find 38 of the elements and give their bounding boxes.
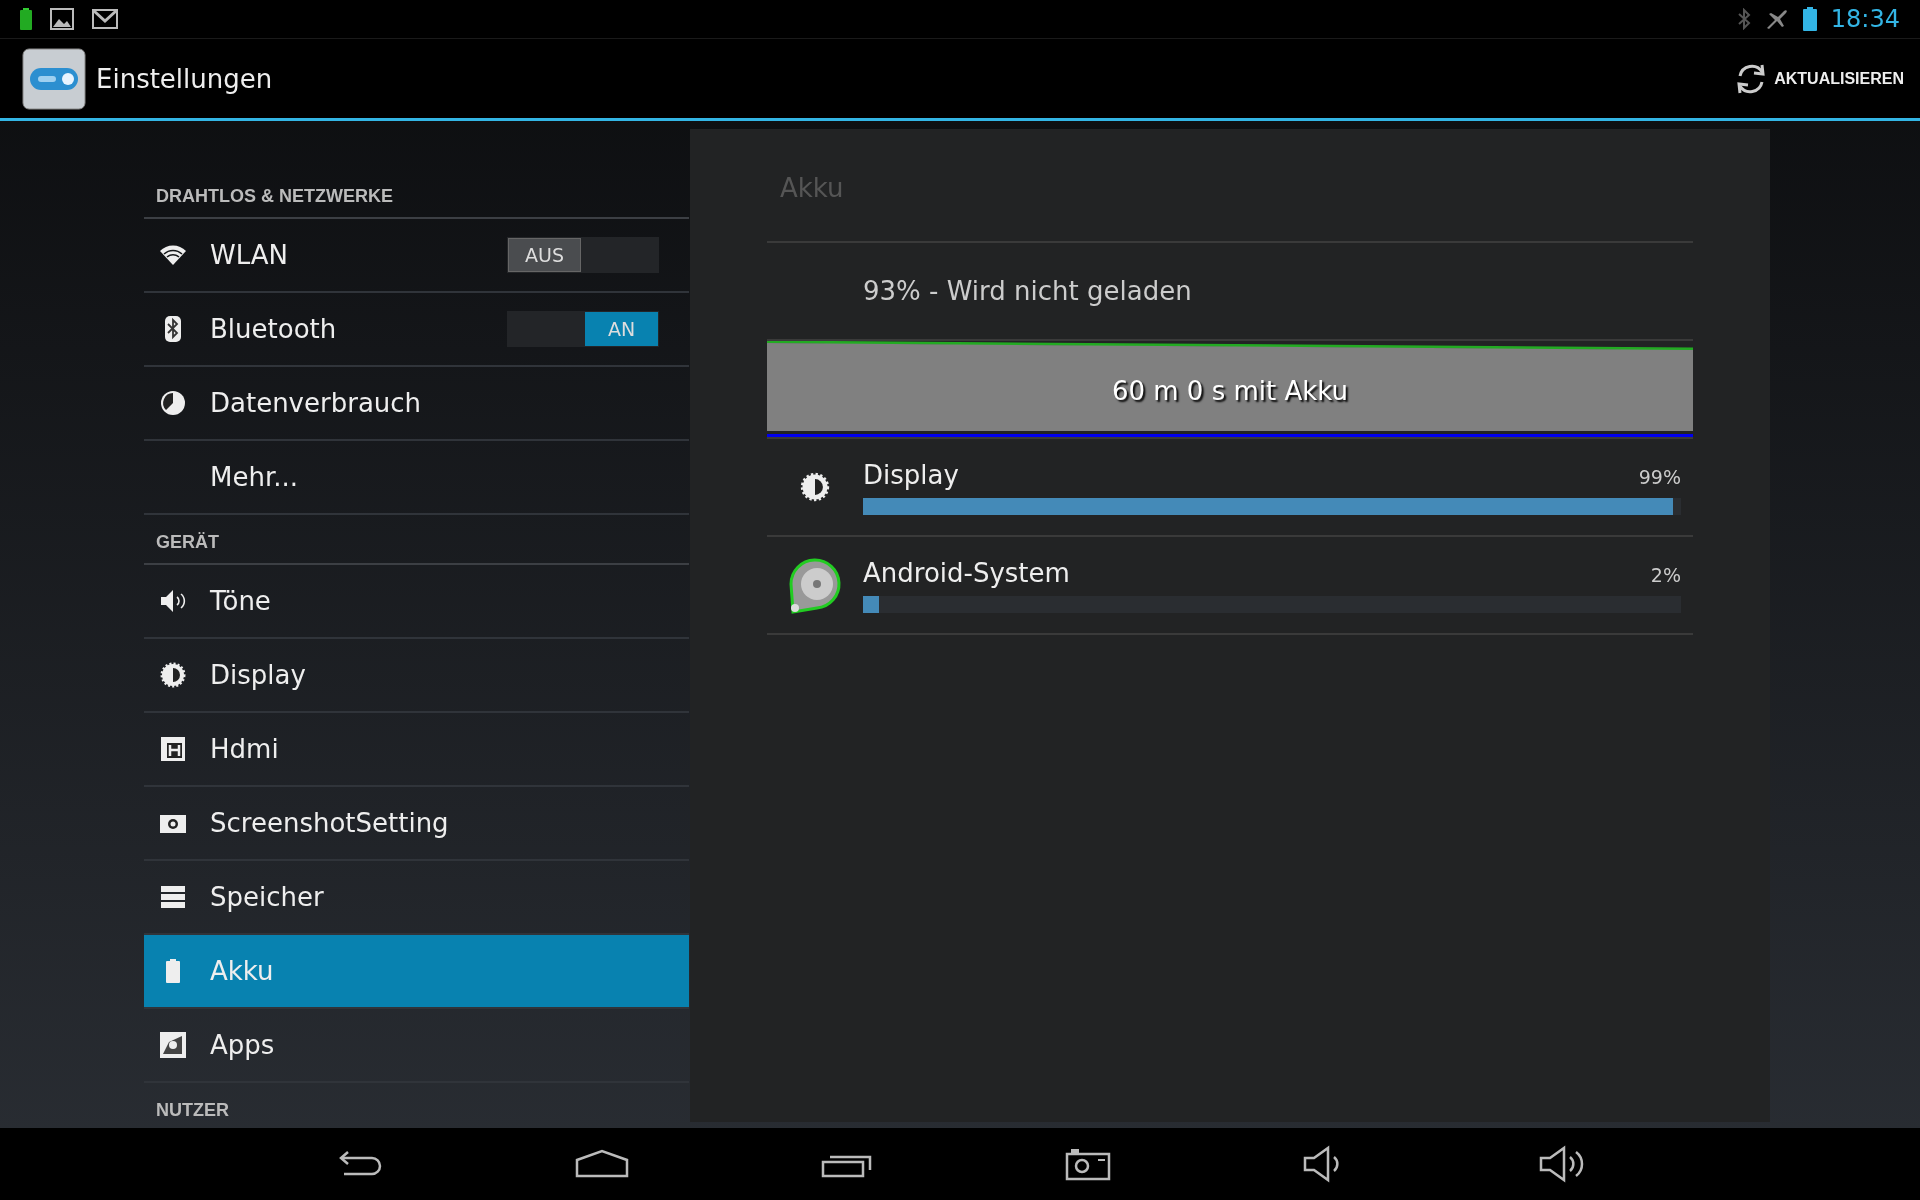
brightness-icon (798, 470, 832, 504)
section-header: GERÄT (156, 532, 219, 553)
settings-icon[interactable] (22, 47, 86, 110)
battery-icon (20, 8, 32, 30)
apps-icon (158, 1030, 188, 1060)
battery-icon (1802, 7, 1817, 31)
usage-name: Display (863, 459, 959, 490)
brightness-icon (158, 660, 188, 690)
settings-list-item[interactable]: WLAN AUS (144, 219, 689, 293)
refresh-button[interactable]: AKTUALISIEREN (1728, 55, 1910, 102)
settings-list-item[interactable]: Töne (144, 565, 689, 639)
usage-percent: 2% (1650, 563, 1681, 586)
section-header: NUTZER (156, 1100, 229, 1121)
settings-list-item[interactable]: Display (144, 639, 689, 713)
usage-percent: 99% (1638, 465, 1681, 488)
settings-list-item[interactable]: ScreenshotSetting (144, 787, 689, 861)
battery-status: 93% - Wird nicht geladen (863, 276, 1192, 306)
toggle-switch[interactable]: AUS (507, 237, 659, 273)
clock-time: 18:34 (1830, 5, 1900, 33)
settings-list-item[interactable]: Datenverbrauch (144, 367, 689, 441)
battery-graph: 60 m 0 s mit Akku (767, 341, 1693, 431)
settings-list-item[interactable]: Hdmi (144, 713, 689, 787)
home-icon[interactable] (574, 1148, 630, 1180)
settings-list-item[interactable]: Mehr... (144, 441, 689, 515)
hdmi-icon (158, 734, 188, 764)
usage-item[interactable]: Android-System 2% (767, 537, 1693, 635)
settings-list-item[interactable]: Apps (144, 1009, 689, 1083)
pie-chart-icon (158, 388, 188, 418)
image-icon (50, 8, 74, 30)
camera-icon[interactable] (1064, 1147, 1112, 1181)
section-header: DRAHTLOS & NETZWERKE (156, 186, 393, 207)
app-title: Einstellungen (96, 63, 273, 94)
mail-icon (92, 9, 118, 29)
usage-name: Android-System (863, 557, 1070, 588)
toggle-thumb[interactable]: AUS (508, 238, 581, 272)
settings-list-item[interactable]: Akku (144, 935, 689, 1009)
bluetooth-icon (1736, 8, 1751, 30)
usage-item[interactable]: Display 99% (767, 439, 1693, 537)
